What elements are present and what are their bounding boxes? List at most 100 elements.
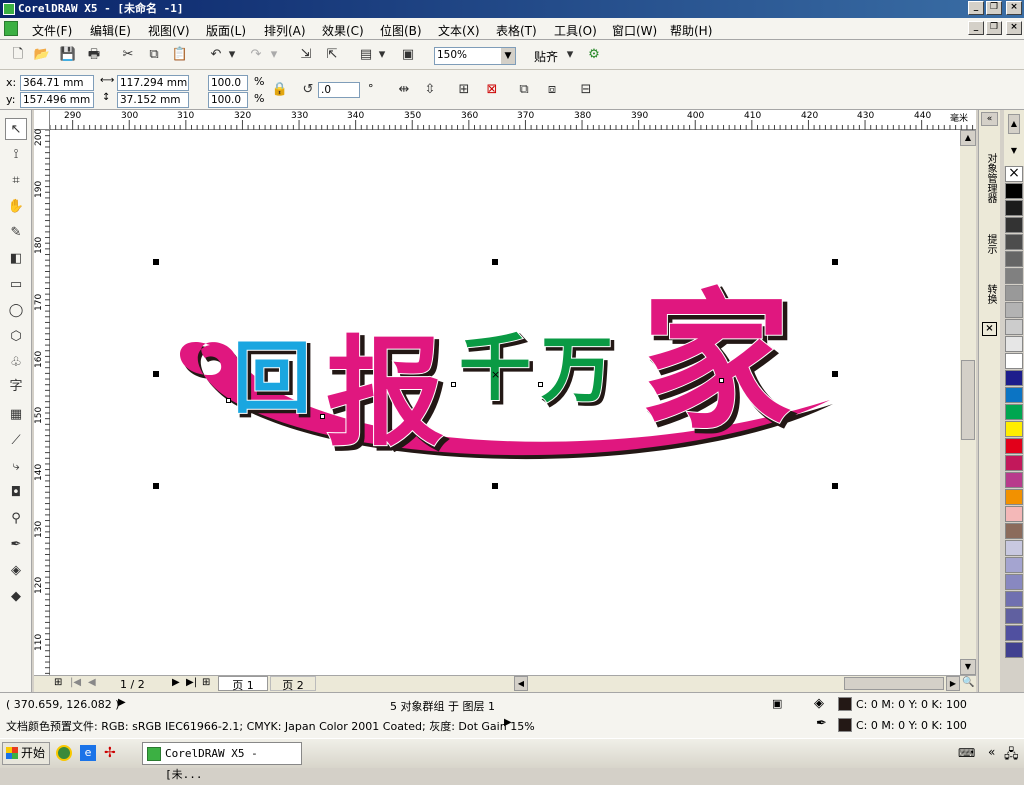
menu-window[interactable]: 窗口(W) <box>612 22 657 39</box>
snap-to-button[interactable]: 贴齐 <box>534 48 558 65</box>
palette-swatch[interactable] <box>1005 472 1023 488</box>
menu-tools[interactable]: 工具(O) <box>554 22 597 39</box>
redo-dropdown-icon[interactable]: ▾ <box>268 45 280 65</box>
menu-bitmaps[interactable]: 位图(B) <box>380 22 422 39</box>
palette-swatch[interactable] <box>1005 489 1023 505</box>
add-page-before-icon[interactable]: ⊞ <box>54 677 62 688</box>
docker-tab-hints[interactable]: 提示 <box>981 224 998 264</box>
palette-swatch[interactable] <box>1005 370 1023 386</box>
export-icon[interactable]: ⇱ <box>322 45 342 65</box>
application-launcher-icon[interactable]: ▤ <box>356 45 376 65</box>
palette-swatch[interactable] <box>1005 608 1023 624</box>
tab-page-1[interactable]: 页 1 <box>218 676 268 692</box>
redo-icon[interactable]: ↷ <box>246 45 266 65</box>
cut-icon[interactable]: ✂ <box>118 45 138 65</box>
horizontal-ruler[interactable]: 290 300 310 320 330 340 350 360 370 380 … <box>50 110 976 130</box>
print-icon[interactable]: 🖶 <box>84 45 104 65</box>
menu-edit[interactable]: 编辑(E) <box>90 22 131 39</box>
palette-swatch[interactable] <box>1005 285 1023 301</box>
freehand-tool-icon[interactable]: ✎ <box>5 222 27 244</box>
keyboard-icon[interactable]: ⌨ <box>958 746 975 760</box>
handle-middle-right[interactable] <box>832 371 838 377</box>
open-icon[interactable]: 📂 <box>32 45 52 65</box>
height-field[interactable]: 37.152 mm <box>117 92 189 108</box>
handle-top-middle[interactable] <box>492 259 498 265</box>
group-icon[interactable]: ⊞ <box>454 80 474 100</box>
vertical-scrollbar[interactable]: ▲ ▼ <box>960 130 976 675</box>
align-distribute-icon[interactable]: ⊟ <box>576 80 596 100</box>
y-position-field[interactable]: 157.496 mm <box>20 92 94 108</box>
crop-tool-icon[interactable]: ⌗ <box>5 170 27 192</box>
next-page-icon[interactable]: ▶ <box>172 677 180 688</box>
node-handle[interactable] <box>451 382 456 387</box>
menu-arrange[interactable]: 排列(A) <box>264 22 306 39</box>
snap-dropdown-icon[interactable]: ▾ <box>564 45 576 65</box>
menu-text[interactable]: 文本(X) <box>438 22 480 39</box>
profile-expand-icon[interactable]: ▶ <box>504 717 512 728</box>
new-icon[interactable]: 🗋 <box>8 45 28 65</box>
docker-tab-object-manager[interactable]: 对象管理器 <box>981 138 998 218</box>
prev-page-icon[interactable]: ◀ <box>88 677 96 688</box>
scale-x-field[interactable]: 100.0 <box>208 75 248 91</box>
palette-swatch[interactable] <box>1005 387 1023 403</box>
zoom-navigator-icon[interactable]: 🔍 <box>962 677 974 688</box>
mirror-vertical-icon[interactable]: ⇳ <box>420 80 440 100</box>
doc-minimize-icon[interactable]: _ <box>968 21 984 35</box>
palette-swatch[interactable] <box>1005 625 1023 641</box>
combine-icon[interactable]: ⧉ <box>514 80 534 100</box>
welcome-screen-icon[interactable]: ▣ <box>398 45 418 65</box>
tab-page-2[interactable]: 页 2 <box>270 676 316 692</box>
network-icon[interactable]: 🖧 <box>1004 745 1019 767</box>
zoom-dropdown-icon[interactable]: ▼ <box>501 48 515 64</box>
palette-swatch[interactable] <box>1005 183 1023 199</box>
palette-swatch[interactable] <box>1005 438 1023 454</box>
polygon-tool-icon[interactable]: ⬡ <box>5 326 27 348</box>
artwork[interactable]: 回 回 报 报 千 千 万 万 家 家 × <box>50 130 960 675</box>
docker-collapse-icon[interactable]: « <box>981 112 998 126</box>
dimension-tool-icon[interactable]: ⟋ <box>5 430 27 452</box>
undo-icon[interactable]: ↶ <box>206 45 226 65</box>
ruler-origin[interactable] <box>34 110 50 130</box>
node-handle[interactable] <box>719 378 724 383</box>
palette-swatch[interactable] <box>1005 523 1023 539</box>
browser-icon[interactable]: e <box>80 745 96 761</box>
palette-swatch[interactable] <box>1005 251 1023 267</box>
pan-tool-icon[interactable]: ✋ <box>5 196 27 218</box>
node-handle[interactable] <box>538 382 543 387</box>
color-proof-icon[interactable]: ▣ <box>772 697 782 710</box>
menu-effects[interactable]: 效果(C) <box>322 22 364 39</box>
menu-table[interactable]: 表格(T) <box>496 22 537 39</box>
handle-top-right[interactable] <box>832 259 838 265</box>
doc-close-icon[interactable]: × <box>1006 21 1022 35</box>
palette-swatch[interactable] <box>1005 200 1023 216</box>
close-icon[interactable]: × <box>1006 1 1022 15</box>
break-apart-icon[interactable]: ⧈ <box>542 80 562 100</box>
restore-icon[interactable]: ❐ <box>986 1 1002 15</box>
fill-bucket-icon[interactable]: ◈ <box>814 696 824 711</box>
lock-ratio-icon[interactable]: 🔒 <box>270 80 290 100</box>
media-player-icon[interactable] <box>56 745 72 761</box>
palette-swatch[interactable] <box>1005 540 1023 556</box>
pick-tool-icon[interactable]: ↖ <box>5 118 27 140</box>
handle-bottom-right[interactable] <box>832 483 838 489</box>
menu-help[interactable]: 帮助(H) <box>670 22 712 39</box>
scroll-right-icon[interactable]: ▶ <box>946 676 960 691</box>
palette-swatch[interactable] <box>1005 455 1023 471</box>
palette-swatch[interactable] <box>1005 217 1023 233</box>
taskbar-item-coreldraw[interactable]: CorelDRAW X5 - [未... <box>142 742 302 781</box>
options-icon[interactable]: ⚙ <box>584 45 604 65</box>
handle-bottom-middle[interactable] <box>492 483 498 489</box>
save-icon[interactable]: 💾 <box>58 45 78 65</box>
palette-swatch[interactable] <box>1005 336 1023 352</box>
node-handle[interactable] <box>320 414 325 419</box>
palette-scroll-up-icon[interactable]: ▲ <box>1008 114 1020 134</box>
scale-y-field[interactable]: 100.0 <box>208 92 248 108</box>
scroll-down-icon[interactable]: ▼ <box>960 659 976 675</box>
palette-swatch[interactable] <box>1005 591 1023 607</box>
smart-fill-icon[interactable]: ◧ <box>5 248 27 270</box>
palette-swatch[interactable] <box>1005 642 1023 658</box>
docker-tab-transform[interactable]: 转换 <box>981 274 998 314</box>
docker-close-icon[interactable]: × <box>982 322 997 336</box>
paste-icon[interactable]: 📋 <box>170 45 190 65</box>
minimize-icon[interactable]: _ <box>968 1 984 15</box>
